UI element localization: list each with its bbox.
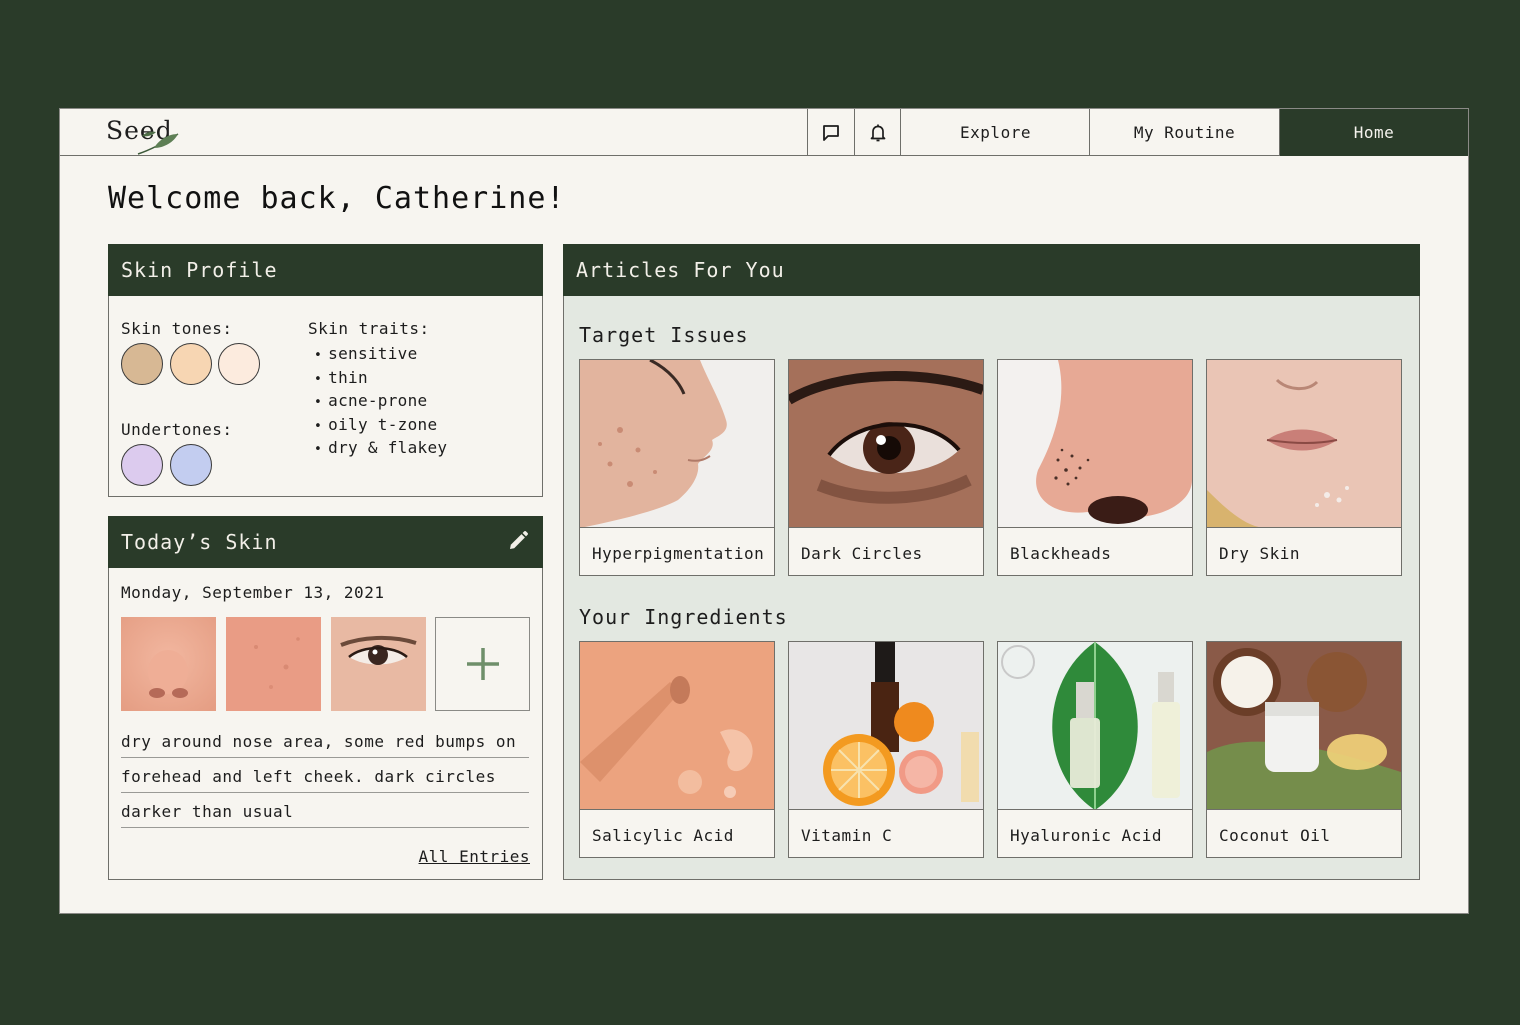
face-profile-photo <box>580 360 774 527</box>
article-card-hyperpigmentation[interactable]: Hyperpigmentation <box>579 359 775 576</box>
list-item: oily t-zone <box>314 414 447 438</box>
list-item: dry & flakey <box>314 437 447 461</box>
skin-tones-label: Skin tones: <box>121 319 233 338</box>
note-line[interactable]: forehead and left cheek. dark circles <box>121 758 529 793</box>
notifications-button[interactable] <box>854 109 901 156</box>
articles-title: Articles For You <box>576 258 785 282</box>
todays-skin-title: Today’s Skin <box>121 530 278 554</box>
entry-date: Monday, September 13, 2021 <box>121 583 385 602</box>
list-item: acne-prone <box>314 390 447 414</box>
serum-dropper-photo <box>580 642 774 809</box>
add-photo-button[interactable] <box>435 617 530 711</box>
articles-panel: Articles For You Target Issues Hyperpigm… <box>563 244 1420 880</box>
coconut-jar-photo <box>1207 642 1401 809</box>
tab-explore-label: Explore <box>960 123 1031 142</box>
skin-profile-title: Skin Profile <box>121 258 278 282</box>
article-label: Salicylic Acid <box>592 826 734 845</box>
article-card-blackheads[interactable]: Blackheads <box>997 359 1193 576</box>
article-image <box>789 360 983 528</box>
all-entries-link[interactable]: All Entries <box>419 847 530 866</box>
skin-photo-cheek[interactable] <box>226 617 321 711</box>
undertone-swatch <box>121 444 163 486</box>
nose-photo <box>121 617 216 711</box>
article-image <box>580 360 774 528</box>
skin-tone-swatch <box>170 343 212 385</box>
article-image <box>580 642 774 810</box>
undertones-label: Undertones: <box>121 420 233 439</box>
target-issues-title: Target Issues <box>579 323 749 347</box>
edit-entry-button[interactable] <box>507 530 529 557</box>
article-label: Vitamin C <box>801 826 893 845</box>
article-card-dark-circles[interactable]: Dark Circles <box>788 359 984 576</box>
article-card-salicylic-acid[interactable]: Salicylic Acid <box>579 641 775 858</box>
undertone-swatch <box>170 444 212 486</box>
skin-photo-eye[interactable] <box>331 617 426 711</box>
messages-button[interactable] <box>807 109 854 156</box>
eye-closeup-photo <box>789 360 983 527</box>
tab-home[interactable]: Home <box>1279 109 1468 156</box>
lips-chin-photo <box>1207 360 1401 527</box>
note-line[interactable]: dry around nose area, some red bumps on <box>121 723 529 758</box>
top-nav-bar: Seed Explore My Routine Home <box>60 109 1468 156</box>
skin-traits-list: sensitive thin acne-prone oily t-zone dr… <box>314 343 447 461</box>
article-label: Blackheads <box>1010 544 1112 563</box>
articles-body: Target Issues Hyperpigmentation Dark Cir… <box>564 296 1419 879</box>
article-image <box>1207 642 1401 810</box>
article-card-coconut-oil[interactable]: Coconut Oil <box>1206 641 1402 858</box>
orange-bottle-photo <box>789 642 983 809</box>
article-card-hyaluronic-acid[interactable]: Hyaluronic Acid <box>997 641 1193 858</box>
your-ingredients-title: Your Ingredients <box>579 605 788 629</box>
articles-header: Articles For You <box>563 244 1420 296</box>
page-title: Welcome back, Catherine! <box>108 181 566 216</box>
article-label: Dry Skin <box>1219 544 1301 563</box>
tab-my-routine-label: My Routine <box>1133 123 1236 142</box>
nose-closeup-photo <box>998 360 1192 527</box>
article-image <box>789 642 983 810</box>
skin-tone-swatch <box>218 343 260 385</box>
skin-tone-swatch <box>121 343 163 385</box>
article-card-dry-skin[interactable]: Dry Skin <box>1206 359 1402 576</box>
tab-explore[interactable]: Explore <box>900 109 1090 156</box>
article-label: Hyperpigmentation <box>592 544 765 563</box>
list-item: thin <box>314 367 447 391</box>
skin-profile-header: Skin Profile <box>108 244 543 296</box>
serum-bottles-leaf-photo <box>998 642 1192 809</box>
app-window: Seed Explore My Routine Home Welcome bac… <box>59 108 1469 914</box>
todays-skin-header: Today’s Skin <box>108 516 543 568</box>
article-label: Dark Circles <box>801 544 923 563</box>
tab-my-routine[interactable]: My Routine <box>1089 109 1279 156</box>
article-image <box>998 360 1192 528</box>
article-label: Coconut Oil <box>1219 826 1331 845</box>
leaf-logo-icon <box>137 131 179 155</box>
article-card-vitamin-c[interactable]: Vitamin C <box>788 641 984 858</box>
cheek-photo <box>226 617 321 711</box>
todays-skin-panel: Today’s Skin Monday, September 13, 2021 <box>108 516 543 880</box>
bell-icon <box>870 124 886 141</box>
tab-home-label: Home <box>1353 123 1395 142</box>
plus-icon <box>466 648 499 680</box>
note-line[interactable]: darker than usual <box>121 793 529 828</box>
chat-icon <box>823 124 839 141</box>
seed-logo[interactable]: Seed <box>106 116 179 155</box>
eye-photo <box>331 617 426 711</box>
pencil-icon <box>510 531 528 549</box>
skin-traits-label: Skin traits: <box>308 319 430 338</box>
article-image <box>998 642 1192 810</box>
skin-profile-panel: Skin Profile Skin tones: Undertones: Ski… <box>108 244 543 497</box>
article-label: Hyaluronic Acid <box>1010 826 1162 845</box>
skin-photo-nose[interactable] <box>121 617 216 711</box>
list-item: sensitive <box>314 343 447 367</box>
article-image <box>1207 360 1401 528</box>
